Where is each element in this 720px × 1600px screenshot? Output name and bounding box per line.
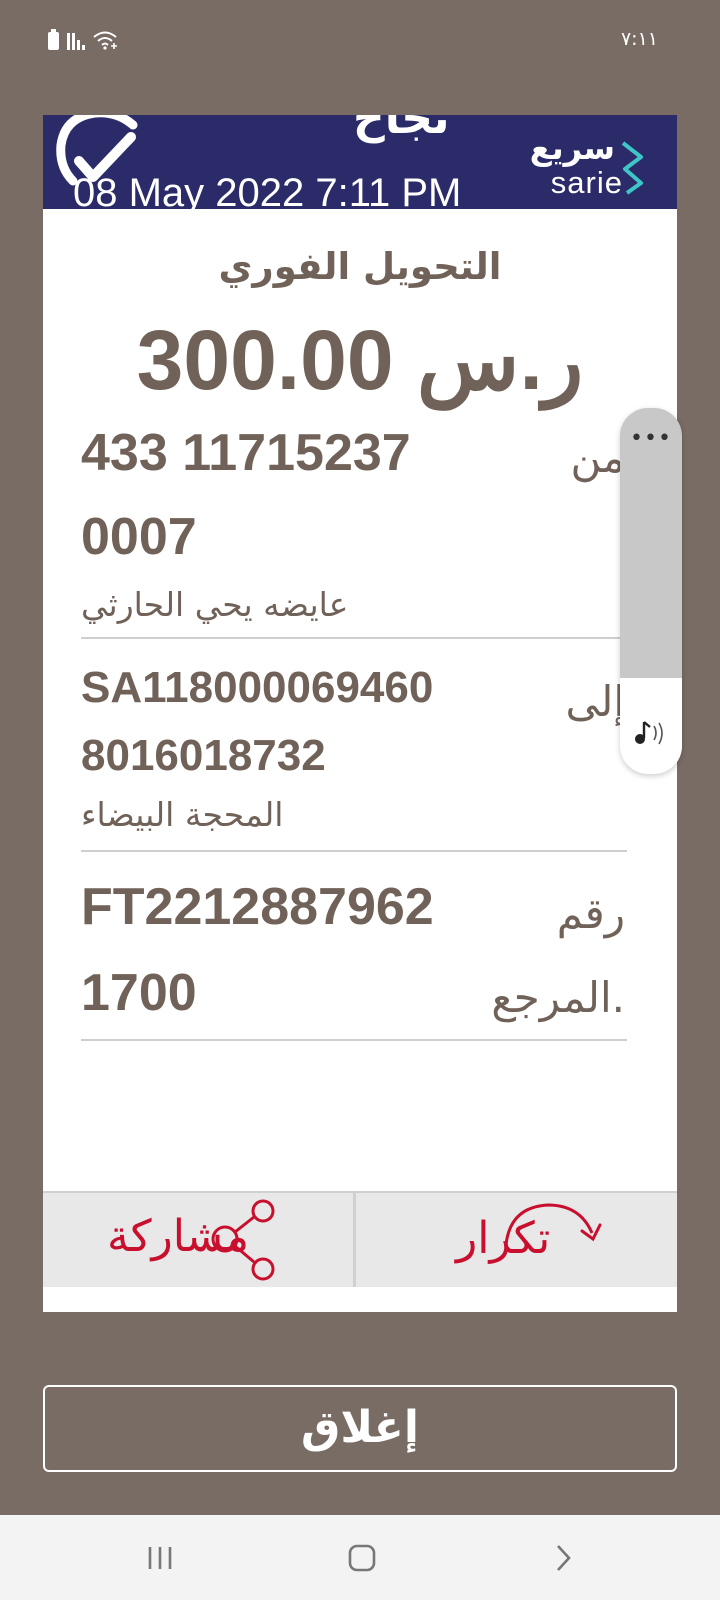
close-button[interactable]: إغلاق xyxy=(43,1385,677,1472)
divider xyxy=(81,850,627,852)
clock: ٧:١١ xyxy=(620,28,658,50)
divider xyxy=(81,637,627,639)
repeat-icon xyxy=(504,1203,602,1246)
share-icon xyxy=(211,1199,275,1281)
reference-label-line1: رقم xyxy=(556,889,625,938)
repeat-button[interactable]: تكرار xyxy=(356,1193,677,1287)
from-account-line2: 0007 xyxy=(81,508,197,566)
battery-icon xyxy=(48,29,59,50)
floating-side-panel[interactable]: ••• xyxy=(620,408,682,774)
reference-number-line2: 1700 xyxy=(81,964,197,1022)
divider xyxy=(81,1039,627,1041)
sarie-mark-icon xyxy=(621,141,643,195)
to-name: المحجة البيضاء xyxy=(81,795,284,834)
reference-label-line2: المرجع. xyxy=(491,973,625,1022)
to-label: إلى xyxy=(565,677,625,726)
share-button[interactable]: مشاركة xyxy=(43,1193,353,1287)
more-icon[interactable]: ••• xyxy=(620,426,682,451)
from-account-line1: 433 11715237 xyxy=(81,424,411,482)
back-button[interactable] xyxy=(503,1515,623,1600)
music-note-icon[interactable] xyxy=(632,718,670,748)
recent-apps-icon xyxy=(148,1546,172,1569)
brand-arabic: سريع xyxy=(529,129,615,167)
success-title: نجاح xyxy=(353,115,450,144)
status-icons xyxy=(48,29,119,50)
brand-english: sarie xyxy=(550,165,623,200)
receipt-card: نجاح 08 May 2022 7:11 PM سريع sarie التح… xyxy=(43,115,677,1312)
success-banner: نجاح 08 May 2022 7:11 PM سريع sarie xyxy=(43,115,677,209)
home-icon xyxy=(348,1544,376,1571)
from-label: من xyxy=(570,433,625,482)
transaction-date: 08 May 2022 7:11 PM xyxy=(73,171,462,209)
sarie-logo: سريع sarie xyxy=(522,125,647,201)
action-bar: مشاركة تكرار xyxy=(43,1191,677,1287)
wifi-icon xyxy=(93,31,117,50)
signal-icon xyxy=(67,32,85,50)
status-bar: ٧:١١ xyxy=(0,0,720,80)
navigation-bar xyxy=(0,1515,720,1600)
reference-number-line1: FT2212887962 xyxy=(81,878,434,936)
to-iban-line1: SA118000069460 xyxy=(81,663,434,712)
recent-apps-button[interactable] xyxy=(100,1515,220,1600)
transfer-type: التحويل الفوري xyxy=(218,245,502,288)
home-button[interactable] xyxy=(302,1515,422,1600)
to-iban-line2: 8016018732 xyxy=(81,731,326,780)
back-icon xyxy=(557,1544,571,1571)
from-name: عايضه يحي الحارثي xyxy=(81,585,349,624)
transfer-amount: 300.00 ر.س xyxy=(136,313,584,407)
